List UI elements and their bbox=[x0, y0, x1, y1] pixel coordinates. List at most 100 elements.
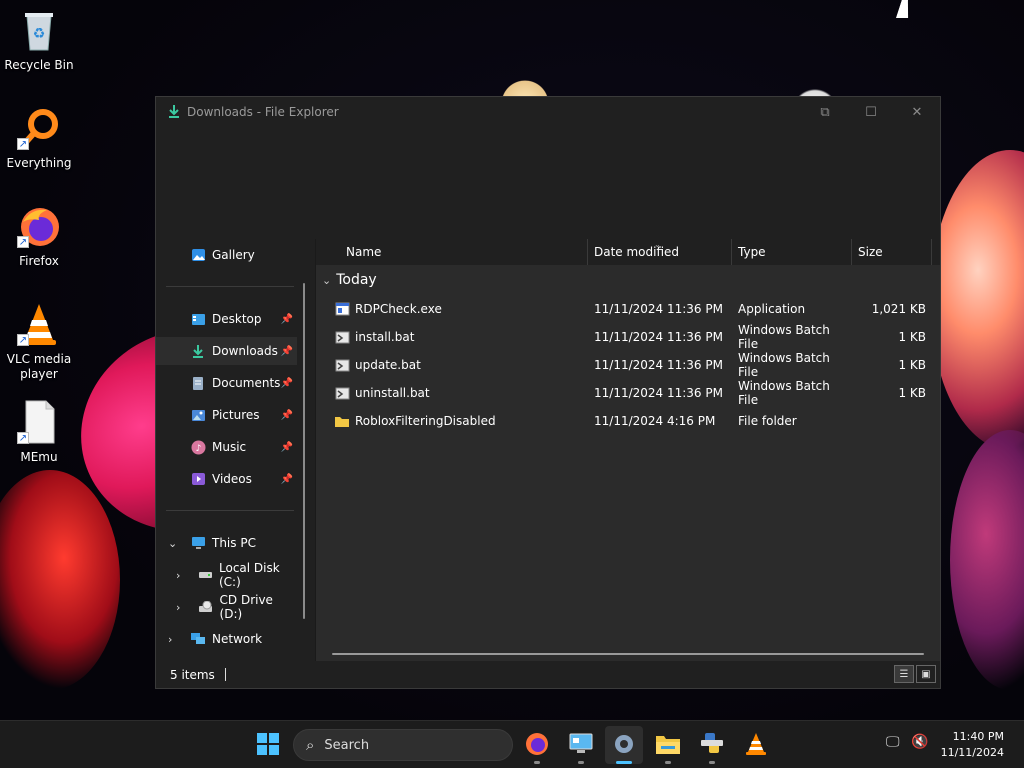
group-header-today[interactable]: ⌄ Today bbox=[316, 265, 940, 295]
pin-icon[interactable]: 📌 bbox=[281, 442, 293, 453]
pin-icon[interactable]: 📌 bbox=[281, 474, 293, 485]
column-header-type[interactable]: Type bbox=[732, 239, 852, 265]
running-indicator bbox=[578, 761, 584, 764]
network-status-icon[interactable]: 🖵 bbox=[886, 734, 900, 750]
shortcut-arrow-icon: ↗ bbox=[17, 236, 29, 248]
nav-item-downloads[interactable]: Downloads 📌 bbox=[156, 337, 297, 365]
file-row[interactable]: update.bat 11/11/2024 11:36 PM Windows B… bbox=[316, 351, 940, 379]
column-header-name[interactable]: Name bbox=[316, 239, 588, 265]
pin-icon[interactable]: 📌 bbox=[281, 378, 293, 389]
nav-item-documents[interactable]: Documents 📌 bbox=[156, 369, 297, 397]
taskbar-search[interactable]: ⌕ Search bbox=[293, 729, 513, 761]
taskbar-python[interactable] bbox=[693, 726, 731, 764]
item-count: 5 items bbox=[170, 667, 215, 682]
tiles-view-button[interactable]: ▣ bbox=[916, 665, 936, 683]
nav-item-pictures[interactable]: Pictures 📌 bbox=[156, 401, 297, 429]
file-list-pane: Name ⌄ Date modified Type Size ⌄ Today RD… bbox=[315, 239, 940, 661]
file-type: Windows Batch File bbox=[738, 379, 830, 407]
details-view-button[interactable]: ☰ bbox=[894, 665, 914, 683]
wallpaper-shape bbox=[930, 150, 1024, 450]
close-button[interactable]: ✕ bbox=[894, 97, 940, 127]
running-indicator bbox=[665, 761, 671, 764]
pin-icon[interactable]: 📌 bbox=[281, 314, 293, 325]
pin-icon[interactable]: 📌 bbox=[281, 410, 293, 421]
file-row[interactable]: RobloxFilteringDisabled 11/11/2024 4:16 … bbox=[316, 407, 940, 435]
nav-item-local-disk[interactable]: › Local Disk (C:) bbox=[156, 561, 297, 589]
nav-item-label: Network bbox=[212, 632, 263, 646]
desktop-icon bbox=[190, 311, 206, 327]
taskbar-vlc[interactable] bbox=[737, 726, 775, 764]
file-name: uninstall.bat bbox=[355, 386, 430, 400]
toolbar-area bbox=[156, 127, 940, 239]
desktop-icon-label: VLC media player bbox=[6, 352, 72, 381]
file-name: update.bat bbox=[355, 358, 421, 372]
taskbar-file-explorer[interactable] bbox=[649, 726, 687, 764]
videos-icon bbox=[190, 471, 206, 487]
desktop-icon-vlc[interactable]: ↗ VLC media player bbox=[1, 302, 77, 382]
chevron-right-icon[interactable]: › bbox=[168, 633, 172, 646]
chevron-right-icon[interactable]: › bbox=[176, 601, 180, 614]
taskbar-control-panel[interactable] bbox=[562, 726, 600, 764]
nav-divider bbox=[166, 286, 294, 287]
file-row[interactable]: RDPCheck.exe 11/11/2024 11:36 PM Applica… bbox=[316, 295, 940, 323]
desktop-icon-memu[interactable]: ↗ MEmu bbox=[1, 400, 77, 465]
this-pc-icon bbox=[190, 535, 206, 551]
taskbar-settings[interactable] bbox=[605, 726, 643, 764]
running-indicator bbox=[616, 761, 632, 764]
chevron-down-icon[interactable]: ⌄ bbox=[168, 537, 177, 550]
file-size: 1,021 KB bbox=[871, 302, 926, 316]
nav-item-label: Desktop bbox=[212, 312, 262, 326]
running-indicator bbox=[534, 761, 540, 764]
status-bar: 5 items ☰ ▣ bbox=[156, 661, 940, 688]
file-size: 1 KB bbox=[898, 358, 926, 372]
column-header-size[interactable]: Size bbox=[852, 239, 932, 265]
taskbar-firefox[interactable] bbox=[518, 726, 556, 764]
nav-item-network[interactable]: › Network bbox=[156, 625, 297, 653]
batch-file-icon bbox=[334, 385, 350, 401]
nav-item-videos[interactable]: Videos 📌 bbox=[156, 465, 297, 493]
clock-date: 11/11/2024 bbox=[940, 746, 1004, 759]
desktop-icon-recycle-bin[interactable]: ♻ Recycle Bin bbox=[1, 8, 77, 73]
search-placeholder: Search bbox=[324, 737, 370, 753]
file-name: RobloxFilteringDisabled bbox=[355, 414, 496, 428]
title-bar[interactable]: Downloads - File Explorer ⧉ ☐ ✕ bbox=[156, 97, 940, 127]
volume-muted-icon[interactable]: 🔇 bbox=[911, 734, 928, 750]
file-explorer-icon bbox=[655, 733, 681, 758]
file-type: Windows Batch File bbox=[738, 323, 830, 351]
music-icon: ♪ bbox=[190, 439, 206, 455]
start-button[interactable] bbox=[249, 726, 287, 764]
file-row[interactable]: uninstall.bat 11/11/2024 11:36 PM Window… bbox=[316, 379, 940, 407]
horizontal-scrollbar[interactable] bbox=[332, 653, 924, 655]
column-header-date-modified[interactable]: ⌄ Date modified bbox=[588, 239, 732, 265]
maximize-button[interactable]: ☐ bbox=[848, 97, 894, 127]
nav-scrollbar-track bbox=[297, 239, 315, 661]
nav-item-gallery[interactable]: Gallery bbox=[156, 241, 297, 269]
pin-icon[interactable]: 📌 bbox=[281, 346, 293, 357]
file-row[interactable]: install.bat 11/11/2024 11:36 PM Windows … bbox=[316, 323, 940, 351]
chevron-right-icon[interactable]: › bbox=[176, 569, 180, 582]
group-label: Today bbox=[336, 272, 377, 288]
shortcut-arrow-icon: ↗ bbox=[17, 432, 29, 444]
blank-document-icon: ↗ bbox=[17, 400, 61, 444]
taskbar-clock[interactable]: 11:40 PM 11/11/2024 bbox=[941, 729, 1004, 761]
nav-item-label: Gallery bbox=[212, 248, 255, 262]
desktop-icon-everything[interactable]: ↗ Everything bbox=[1, 106, 77, 171]
file-type: Application bbox=[738, 302, 806, 316]
nav-scrollbar[interactable] bbox=[303, 283, 305, 619]
desktop-icon-label: Recycle Bin bbox=[4, 58, 74, 72]
nav-item-label: CD Drive (D:) bbox=[219, 593, 273, 621]
nav-item-desktop[interactable]: Desktop 📌 bbox=[156, 305, 297, 333]
downloads-icon bbox=[190, 343, 206, 359]
nav-item-label: Pictures bbox=[212, 408, 260, 422]
start-icon bbox=[257, 732, 279, 758]
shortcut-arrow-icon: ↗ bbox=[17, 138, 29, 150]
desktop-icon-firefox[interactable]: ↗ Firefox bbox=[1, 204, 77, 269]
exe-icon bbox=[334, 301, 350, 317]
column-header-label: Date modified bbox=[594, 245, 680, 259]
nav-item-music[interactable]: ♪ Music 📌 bbox=[156, 433, 297, 461]
network-icon bbox=[190, 631, 206, 647]
restore-button[interactable]: ⧉ bbox=[802, 97, 848, 127]
nav-item-cd-drive[interactable]: › CD Drive (D:) bbox=[156, 593, 297, 621]
nav-item-this-pc[interactable]: ⌄ This PC bbox=[156, 529, 297, 557]
settings-icon bbox=[612, 732, 636, 759]
